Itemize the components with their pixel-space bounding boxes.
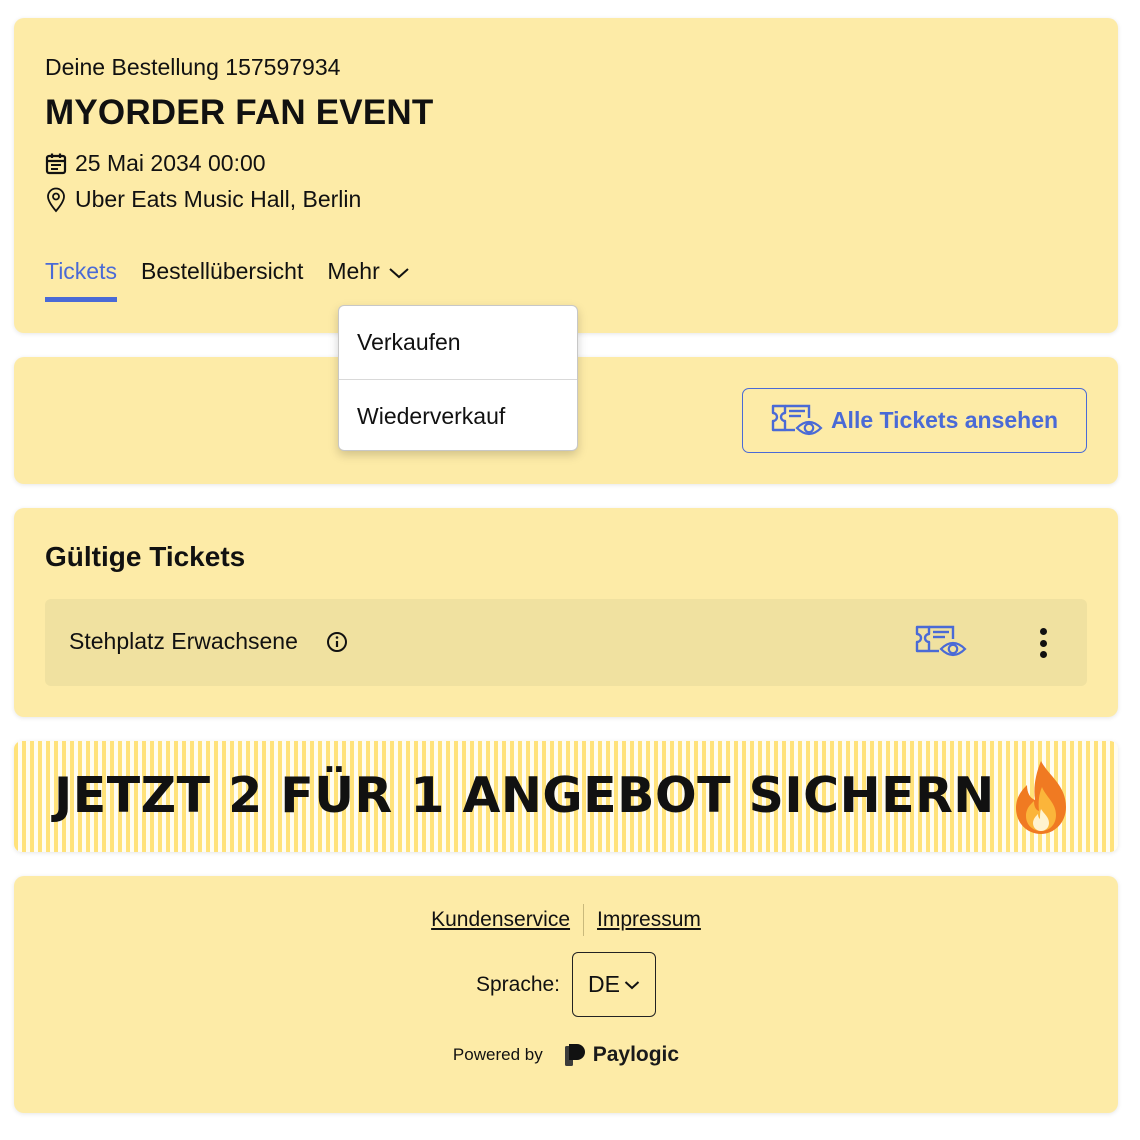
event-date-row: 25 Mai 2034 00:00 — [45, 150, 266, 177]
tab-order-overview[interactable]: Bestellübersicht — [141, 258, 303, 297]
ticket-row: Stehplatz Erwachsene — [45, 599, 1087, 686]
event-title: MYORDER FAN EVENT — [45, 93, 434, 132]
order-number: Deine Bestellung 157597934 — [45, 54, 341, 80]
event-date: 25 Mai 2034 00:00 — [75, 150, 266, 176]
link-customer-service[interactable]: Kundenservice — [418, 906, 583, 936]
kebab-menu-icon[interactable] — [1028, 625, 1058, 661]
flame-icon — [1016, 761, 1066, 834]
ticket-name: Stehplatz Erwachsene — [69, 628, 298, 654]
kebab-dot — [1039, 651, 1047, 658]
paylogic-logo[interactable]: Paylogic — [563, 1042, 679, 1068]
kebab-dot — [1039, 628, 1047, 635]
footer-links: Kundenservice Impressum — [14, 904, 1118, 936]
menu-item-sell[interactable]: Verkaufen — [339, 306, 577, 379]
powered-by-label: Powered by — [452, 1045, 543, 1064]
paylogic-brand-name: Paylogic — [592, 1043, 680, 1066]
valid-tickets-title: Gültige Tickets — [45, 541, 246, 572]
menu-item-resale[interactable]: Wiederverkauf — [339, 379, 577, 450]
chevron-down-icon — [389, 267, 409, 278]
order-header-card: Deine Bestellung 157597934 MYORDER FAN E… — [14, 18, 1118, 333]
language-row: Sprache: DE — [14, 952, 1118, 1017]
footer-card: Kundenservice Impressum Sprache: DE Powe… — [14, 876, 1118, 1113]
info-icon[interactable] — [326, 631, 348, 653]
tab-more-label: Mehr — [327, 258, 380, 284]
calendar-icon — [45, 153, 67, 174]
event-venue-row: Uber Eats Music Hall, Berlin — [45, 186, 361, 213]
view-all-tickets-label: Alle Tickets ansehen — [830, 407, 1059, 433]
paylogic-logo-icon — [564, 1044, 585, 1066]
location-pin-icon — [47, 187, 65, 212]
valid-tickets-card: Gültige Tickets Stehplatz Erwachsene — [14, 508, 1118, 717]
ticket-eye-icon[interactable] — [915, 625, 969, 659]
powered-by-row: Powered by Paylogic — [14, 1042, 1118, 1068]
event-venue: Uber Eats Music Hall, Berlin — [75, 186, 362, 212]
promo-banner-text: JETZT 2 FÜR 1 ANGEBOT SICHERN — [54, 767, 995, 824]
ticket-eye-icon — [771, 404, 823, 435]
tab-tickets[interactable]: Tickets — [45, 258, 117, 302]
kebab-dot — [1039, 639, 1047, 647]
tab-more[interactable]: Mehr — [327, 258, 409, 297]
chevron-down-icon — [624, 980, 640, 989]
more-dropdown-menu: Verkaufen Wiederverkauf — [338, 305, 578, 451]
language-select[interactable]: DE — [572, 952, 657, 1017]
order-tabs: Tickets Bestellübersicht Mehr — [45, 258, 434, 302]
language-value: DE — [588, 971, 620, 997]
promo-banner[interactable]: JETZT 2 FÜR 1 ANGEBOT SICHERN — [14, 741, 1118, 852]
view-all-tickets-button[interactable]: Alle Tickets ansehen — [742, 388, 1087, 453]
language-label: Sprache: — [475, 972, 561, 996]
link-imprint[interactable]: Impressum — [584, 906, 714, 936]
